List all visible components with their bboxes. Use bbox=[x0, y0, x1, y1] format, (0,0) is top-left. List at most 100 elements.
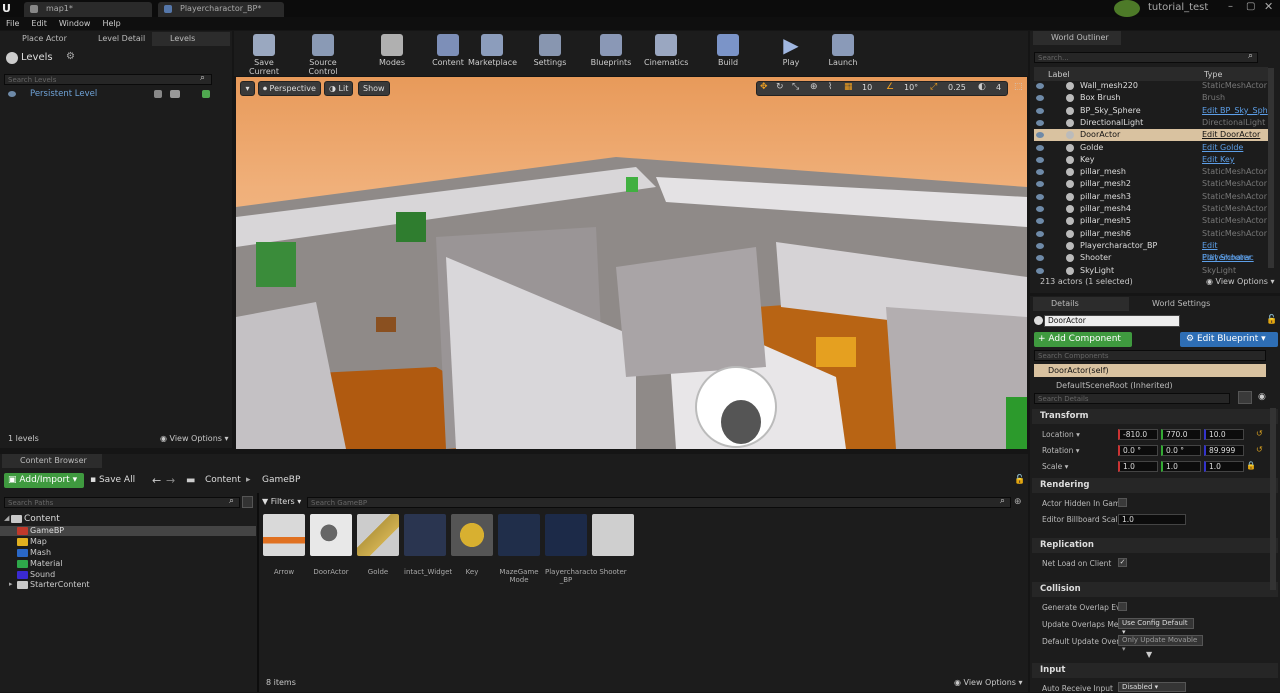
surface-snap-icon[interactable]: ⌇ bbox=[828, 82, 832, 92]
outliner-search-input[interactable]: Search... bbox=[1034, 52, 1258, 63]
outliner-row[interactable]: pillar_mesh6 StaticMeshActor bbox=[1034, 228, 1268, 240]
eye-icon[interactable] bbox=[1036, 169, 1044, 176]
transform-section[interactable]: Transform bbox=[1032, 409, 1278, 424]
outliner-row-type[interactable]: Edit DoorActor bbox=[1202, 129, 1260, 141]
cinematics-button[interactable]: Cinematics bbox=[644, 34, 688, 72]
tree-material-folder[interactable]: Material bbox=[0, 559, 256, 569]
outliner-row[interactable]: pillar_mesh5 StaticMeshActor bbox=[1034, 215, 1268, 227]
paths-settings-icon[interactable] bbox=[242, 496, 253, 508]
asset-mazegame-mode[interactable]: MazeGame Mode bbox=[498, 514, 540, 584]
modes-button[interactable]: Modes bbox=[372, 34, 412, 72]
filters-button[interactable]: ▼ Filters ▾ bbox=[262, 497, 301, 506]
advanced-expand-icon[interactable]: ▼ bbox=[1146, 650, 1152, 659]
maximize-viewport-icon[interactable]: ⬚ bbox=[1014, 82, 1023, 92]
actor-hidden-checkbox[interactable] bbox=[1118, 498, 1127, 507]
location-z-field[interactable]: 10.0 bbox=[1204, 429, 1244, 440]
rotation-label[interactable]: Rotation ▾ bbox=[1042, 446, 1080, 455]
outliner-row[interactable]: SkyLight SkyLight bbox=[1034, 265, 1268, 277]
eye-icon[interactable] bbox=[1036, 107, 1044, 114]
play-button[interactable]: ▶ Play bbox=[774, 34, 808, 72]
location-y-field[interactable]: 770.0 bbox=[1161, 429, 1201, 440]
show-button[interactable]: Show bbox=[358, 81, 390, 96]
tree-startercontent-folder[interactable]: ▸ StarterContent bbox=[0, 580, 256, 590]
reset-location-icon[interactable]: ↺ bbox=[1256, 429, 1263, 438]
eye-icon[interactable] bbox=[1036, 181, 1044, 188]
asset-key[interactable]: Key bbox=[451, 514, 493, 576]
eye-icon[interactable] bbox=[1036, 83, 1044, 89]
col-type[interactable]: Type bbox=[1204, 70, 1222, 79]
unreal-logo-icon[interactable]: U bbox=[2, 1, 17, 16]
tab-details[interactable]: Details bbox=[1033, 297, 1129, 311]
world-local-icon[interactable]: ⊕ bbox=[810, 82, 818, 92]
asset-dooractor[interactable]: DoorActor bbox=[310, 514, 352, 576]
col-label[interactable]: Label bbox=[1048, 70, 1070, 79]
source-control-button[interactable]: Source Control bbox=[294, 34, 352, 76]
rotation-y-field[interactable]: 0.0 ° bbox=[1161, 445, 1201, 456]
marketplace-button[interactable]: Marketplace bbox=[468, 34, 517, 72]
translate-icon[interactable]: ✥ bbox=[760, 82, 768, 92]
levels-title[interactable]: Levels bbox=[21, 52, 53, 63]
outliner-row[interactable]: pillar_mesh3 StaticMeshActor bbox=[1034, 191, 1268, 203]
launch-button[interactable]: Launch bbox=[826, 34, 860, 72]
camera-speed-value[interactable]: 4 bbox=[996, 83, 1001, 92]
reset-rotation-icon[interactable]: ↺ bbox=[1256, 445, 1263, 454]
tab-map1[interactable]: map1* bbox=[24, 2, 152, 17]
tab-content-browser[interactable]: Content Browser bbox=[2, 454, 102, 468]
scale-snap-icon[interactable]: ⤢ bbox=[930, 82, 937, 92]
actor-name-field[interactable]: DoorActor bbox=[1044, 315, 1180, 327]
rotation-snap-icon[interactable]: ∠ bbox=[886, 82, 894, 92]
asset-playercharacto-bp[interactable]: Playercharacto _BP bbox=[545, 514, 597, 584]
scale-z-field[interactable]: 1.0 bbox=[1204, 461, 1244, 472]
scale-snap-value[interactable]: 0.25 bbox=[948, 83, 966, 92]
default-update-dropdown[interactable]: Only Update Movable ▾ bbox=[1118, 635, 1203, 653]
level-viewport[interactable]: ▾ bbox=[236, 77, 1027, 449]
lock-icon[interactable] bbox=[154, 90, 162, 98]
eye-icon[interactable] bbox=[1036, 144, 1044, 151]
outliner-view-options[interactable]: ◉ View Options ▾ bbox=[1206, 277, 1275, 286]
tab-place-actor[interactable]: Place Actor bbox=[4, 32, 67, 46]
auto-receive-dropdown[interactable]: Disabled ▾ bbox=[1118, 682, 1186, 692]
save-level-icon[interactable] bbox=[170, 90, 180, 98]
tree-sound-folder[interactable]: Sound bbox=[0, 570, 256, 580]
settings-button[interactable]: Settings bbox=[530, 34, 570, 72]
generate-overlap-checkbox[interactable] bbox=[1118, 602, 1127, 611]
lock-icon[interactable]: 🔓 bbox=[1266, 315, 1277, 325]
outliner-row[interactable]: pillar_mesh4 StaticMeshActor bbox=[1034, 203, 1268, 215]
outliner-scrollbar[interactable] bbox=[1268, 68, 1274, 268]
menu-help[interactable]: Help bbox=[96, 17, 126, 30]
add-component-button[interactable]: + Add Component bbox=[1034, 332, 1132, 347]
breadcrumb-gamebp[interactable]: GameBP bbox=[262, 475, 300, 485]
outliner-row[interactable]: BP_Sky_Sphere Edit BP_Sky_Sph bbox=[1034, 105, 1268, 117]
minimize-button[interactable]: – bbox=[1228, 1, 1233, 12]
history-forward-icon[interactable]: → bbox=[166, 474, 175, 487]
location-label[interactable]: Location ▾ bbox=[1042, 430, 1080, 439]
outliner-row[interactable]: Box Brush Brush bbox=[1034, 92, 1268, 104]
levels-view-options[interactable]: ◉ View Options ▾ bbox=[160, 434, 229, 443]
scale-label[interactable]: Scale ▾ bbox=[1042, 462, 1068, 471]
eye-icon[interactable] bbox=[1036, 119, 1044, 126]
rotation-x-field[interactable]: 0.0 ° bbox=[1118, 445, 1158, 456]
eye-icon[interactable] bbox=[1036, 230, 1044, 237]
viewport-options-button[interactable]: ▾ bbox=[240, 81, 255, 96]
property-matrix-icon[interactable] bbox=[1238, 391, 1252, 404]
details-view-options-icon[interactable]: ◉ bbox=[1258, 392, 1266, 402]
lit-button[interactable]: ◑ Lit bbox=[324, 81, 354, 96]
content-button[interactable]: Content bbox=[428, 34, 468, 72]
rotate-icon[interactable]: ↻ bbox=[776, 82, 784, 92]
tree-gamebp-folder[interactable]: GameBP bbox=[0, 526, 256, 536]
eye-icon[interactable] bbox=[1036, 255, 1044, 262]
asset-arrow[interactable]: Arrow bbox=[263, 514, 305, 576]
rotation-z-field[interactable]: 89.999 bbox=[1204, 445, 1244, 456]
eye-icon[interactable] bbox=[1036, 193, 1044, 200]
outliner-row-type[interactable]: Edit Golde bbox=[1202, 142, 1243, 154]
collision-section[interactable]: Collision bbox=[1032, 582, 1278, 597]
asset-view-settings-icon[interactable]: ⊕ bbox=[1014, 497, 1022, 507]
default-scene-root-row[interactable]: DefaultSceneRoot (Inherited) bbox=[1056, 381, 1173, 389]
save-current-button[interactable]: Save Current bbox=[238, 34, 290, 76]
close-button[interactable]: ✕ bbox=[1264, 0, 1273, 13]
menu-file[interactable]: File bbox=[0, 17, 25, 30]
scale-lock-icon[interactable]: 🔒 bbox=[1246, 461, 1256, 470]
asset-shooter[interactable]: Shooter bbox=[592, 514, 634, 576]
search-details-input[interactable]: Search Details bbox=[1034, 393, 1230, 404]
blueprints-button[interactable]: Blueprints bbox=[590, 34, 632, 72]
